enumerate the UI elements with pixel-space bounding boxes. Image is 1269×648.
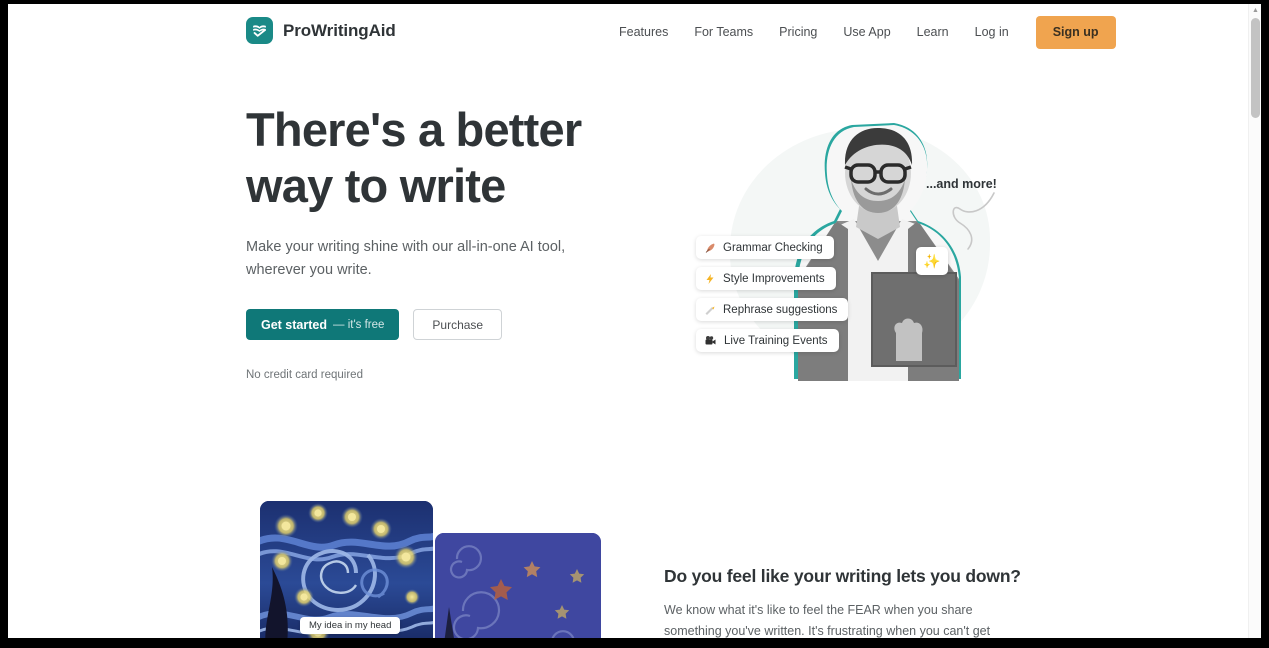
idea-comparison-cards: My idea in my head (255, 501, 605, 638)
feature-chip-live-training-events: Live Training Events (696, 329, 839, 352)
section-title: Do you feel like your writing lets you d… (664, 566, 1021, 586)
magic-wand-icon (704, 304, 716, 316)
and-more-annotation: ...and more! (926, 177, 997, 191)
blank-blue-card (435, 533, 601, 638)
browser-window: ProWritingAid Features For Teams Pricing… (0, 0, 1269, 648)
nav-item-features[interactable]: Features (606, 16, 681, 49)
feature-chip-list: Grammar Checking Style Improvements Reph… (696, 236, 849, 352)
nav-item-for-teams[interactable]: For Teams (681, 16, 766, 49)
sign-up-button[interactable]: Sign up (1035, 16, 1116, 49)
sparkle-icon: ✨ (923, 252, 941, 269)
get-started-button[interactable]: Get started — it's free (246, 309, 400, 340)
feature-chip-rephrase-suggestions: Rephrase suggestions (696, 298, 849, 321)
nav-item-pricing[interactable]: Pricing (766, 16, 830, 49)
feature-chip-label: Live Training Events (724, 334, 828, 347)
section-body: We know what it's like to feel the FEAR … (664, 603, 991, 638)
scrollbar-up-arrow-icon[interactable]: ▲ (1252, 7, 1259, 14)
lightning-bolt-icon (704, 273, 716, 285)
get-started-sublabel: — it's free (333, 318, 385, 331)
main-navigation: Features For Teams Pricing Use App Learn… (606, 16, 1116, 49)
nav-item-log-in[interactable]: Log in (962, 16, 1022, 49)
feature-chip-style-improvements: Style Improvements (696, 267, 836, 290)
brand-name: ProWritingAid (283, 20, 396, 40)
feature-chip-label: Grammar Checking (723, 241, 823, 254)
hero-section: There's a better way to write Make your … (246, 102, 646, 381)
scrollbar-thumb[interactable] (1251, 18, 1260, 118)
site-header: ProWritingAid Features For Teams Pricing… (8, 4, 1261, 60)
hero-illustration: ...and more! ✨ Grammar Checking Style Im… (668, 99, 1038, 399)
idea-card-label: My idea in my head (300, 617, 401, 634)
nav-item-learn[interactable]: Learn (904, 16, 962, 49)
hero-subtitle: Make your writing shine with our all-in-… (246, 239, 566, 278)
window-bottom-edge (0, 638, 1269, 648)
sparkle-icon-chip: ✨ (916, 247, 948, 275)
quill-pen-icon (704, 242, 716, 254)
hero-title: There's a better way to write (246, 103, 582, 212)
video-camera-icon (704, 335, 717, 347)
hero-actions: Get started — it's free Purchase (246, 309, 646, 340)
feature-chip-label: Style Improvements (723, 272, 825, 285)
purchase-button[interactable]: Purchase (413, 309, 503, 340)
section-writing-lets-you-down: Do you feel like your writing lets you d… (664, 566, 1024, 638)
nav-item-use-app[interactable]: Use App (830, 16, 903, 49)
book-check-icon (246, 17, 273, 44)
feature-chip-grammar-checking: Grammar Checking (696, 236, 834, 259)
get-started-label: Get started (261, 317, 327, 332)
brand-logo[interactable]: ProWritingAid (246, 17, 396, 44)
feature-chip-label: Rephrase suggestions (723, 303, 838, 316)
vertical-scrollbar[interactable]: ▲ (1248, 4, 1261, 638)
no-credit-card-note: No credit card required (246, 369, 363, 381)
page-viewport: ProWritingAid Features For Teams Pricing… (8, 4, 1261, 638)
